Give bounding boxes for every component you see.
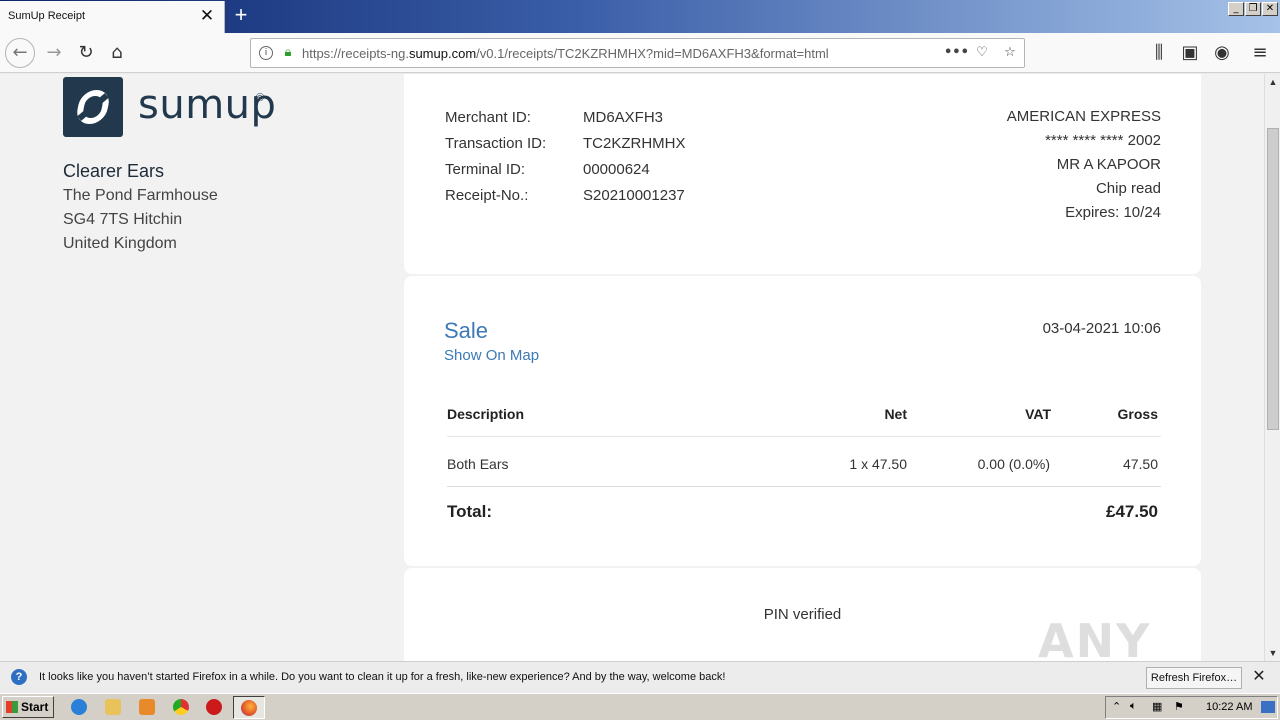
start-label: Start — [21, 700, 49, 714]
item-gross: 47.50 — [1122, 456, 1158, 472]
opera-icon[interactable] — [206, 699, 222, 715]
new-tab-button[interactable]: + — [230, 4, 252, 28]
item-vat: 0.00 (0.0%) — [977, 456, 1050, 472]
action-center-flag-icon[interactable]: ⚑ — [1174, 700, 1184, 713]
firefox-icon — [241, 700, 257, 716]
terminal-id-label: Terminal ID: — [445, 161, 526, 178]
bookmark-star-icon[interactable]: ☆ — [1001, 44, 1019, 62]
registered-mark: ® — [256, 92, 265, 104]
transaction-id-label: Transaction ID: — [445, 135, 547, 152]
minimize-button[interactable]: _ — [1228, 2, 1244, 16]
info-icon[interactable]: i — [259, 46, 273, 60]
sumup-logo-icon — [63, 77, 123, 137]
nav-bar: ← → ↻ ⌂ i 🔒︎ https://receipts-ng.sumup.c… — [0, 33, 1280, 73]
lock-icon[interactable]: 🔒︎ — [279, 44, 297, 62]
firefox-task-button[interactable] — [233, 696, 265, 719]
sumup-logo-text: sumup — [138, 82, 277, 128]
chrome-icon[interactable] — [173, 699, 189, 715]
merchant-name: Clearer Ears — [63, 161, 165, 181]
close-tab-icon[interactable]: ✕ — [198, 7, 216, 25]
notification-bar: ? It looks like you haven’t started Fire… — [0, 661, 1280, 693]
merchant-address-line: SG4 7TS Hitchin — [63, 211, 183, 228]
show-hidden-icons-icon[interactable]: ⌃ — [1112, 700, 1121, 713]
restore-button[interactable]: ❐ — [1245, 2, 1261, 16]
terminal-id-value: 00000624 — [583, 161, 650, 178]
anyrun-watermark: ANY RUN — [1038, 614, 1152, 661]
item-description: Both Ears — [447, 456, 509, 472]
help-icon: ? — [11, 669, 27, 685]
card-brand: AMERICAN EXPRESS — [1006, 108, 1161, 125]
volume-icon[interactable]: 🔈︎ — [1130, 700, 1137, 713]
merchant-address-line: United Kingdom — [63, 235, 177, 252]
internet-explorer-icon[interactable] — [71, 699, 87, 715]
card-expiry: Expires: 10/24 — [1065, 204, 1161, 221]
item-net: 1 x 47.50 — [849, 456, 907, 472]
folder-icon[interactable] — [105, 699, 121, 715]
start-button[interactable]: Start — [2, 696, 54, 718]
library-icon[interactable]: ⫼ — [1145, 39, 1173, 67]
card-holder: MR A KAPOOR — [1056, 156, 1161, 173]
card-number: **** **** **** 2002 — [1045, 132, 1161, 149]
sale-date: 03-04-2021 10:06 — [1042, 320, 1161, 337]
page-content: sumup ® Clearer Ears The Pond Farmhouse … — [0, 74, 1264, 661]
merchant-address-line: The Pond Farmhouse — [63, 187, 218, 204]
url-text[interactable]: https://receipts-ng.sumup.com/v0.1/recei… — [302, 46, 829, 61]
sale-card: Sale Show On Map 03-04-2021 10:06 Descri… — [404, 276, 1201, 566]
show-desktop-icon[interactable] — [1261, 701, 1275, 713]
clock: 10:22 AM — [1206, 701, 1253, 713]
close-notification-icon[interactable]: ✕ — [1250, 668, 1268, 686]
sale-title: Sale — [444, 318, 489, 343]
account-icon[interactable]: ◉ — [1208, 39, 1236, 67]
home-button[interactable]: ⌂ — [103, 39, 131, 67]
merchant-id-value: MD6AXFH3 — [583, 109, 664, 126]
pocket-icon[interactable]: ♡ — [973, 44, 991, 62]
reload-button[interactable]: ↻ — [72, 39, 100, 67]
divider — [447, 436, 1161, 437]
card-entry-mode: Chip read — [1095, 180, 1161, 197]
close-window-button[interactable]: ✕ — [1262, 2, 1278, 16]
scroll-thumb[interactable] — [1267, 128, 1279, 430]
column-header-description: Description — [447, 406, 525, 422]
page-actions-icon[interactable]: ••• — [944, 44, 969, 62]
scroll-down-arrow-icon[interactable]: ▼ — [1265, 645, 1280, 661]
windows-logo-icon — [6, 701, 18, 713]
taskbar: Start ⌃ 🔈︎ ▦ ⚑ 10:22 AM — [0, 693, 1280, 720]
vertical-scrollbar[interactable]: ▲ ▼ — [1264, 74, 1280, 661]
refresh-firefox-button[interactable]: Refresh Firefox… — [1146, 667, 1242, 689]
sidebar-icon[interactable]: ▣ — [1176, 39, 1204, 67]
menu-icon[interactable]: ≡ — [1246, 39, 1274, 67]
network-icon[interactable]: ▦ — [1152, 700, 1162, 713]
total-label: Total: — [447, 502, 493, 521]
scroll-up-arrow-icon[interactable]: ▲ — [1265, 74, 1280, 90]
url-bar[interactable]: i 🔒︎ https://receipts-ng.sumup.com/v0.1/… — [250, 38, 1025, 68]
transaction-id-value: TC2KZRHMHX — [583, 135, 686, 152]
show-on-map-link[interactable]: Show On Map — [444, 347, 539, 364]
media-player-icon[interactable] — [139, 699, 155, 715]
column-header-net: Net — [884, 406, 907, 422]
column-header-gross: Gross — [1117, 406, 1158, 422]
transaction-details-card: Merchant ID: MD6AXFH3 Transaction ID: TC… — [404, 74, 1201, 274]
receipt-no-label: Receipt-No.: — [445, 187, 529, 204]
back-button[interactable]: ← — [5, 38, 35, 68]
receipt-no-value: S20210001237 — [583, 187, 685, 204]
forward-button[interactable]: → — [40, 39, 68, 67]
title-bar: SumUp Receipt ✕ + _ ❐ ✕ — [0, 0, 1280, 33]
column-header-vat: VAT — [1025, 406, 1051, 422]
tab-title: SumUp Receipt — [8, 10, 86, 22]
total-amount: £47.50 — [1106, 502, 1158, 521]
notification-text: It looks like you haven’t started Firefo… — [39, 671, 726, 683]
tab-sumup-receipt[interactable]: SumUp Receipt ✕ — [0, 1, 225, 33]
merchant-id-label: Merchant ID: — [445, 109, 531, 126]
divider — [447, 486, 1161, 487]
